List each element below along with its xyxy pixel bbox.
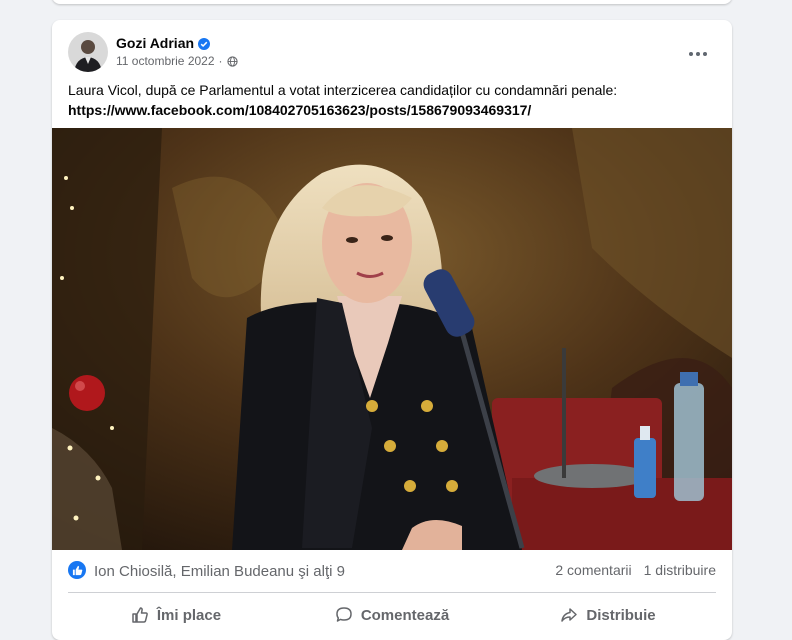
post-meta: 11 octombrie 2022 · bbox=[116, 54, 238, 68]
share-button[interactable]: Distribuie bbox=[500, 597, 716, 633]
stats-counts: 2 comentarii 1 distribuire bbox=[555, 562, 716, 578]
post-photo[interactable] bbox=[52, 128, 732, 550]
author-name[interactable]: Gozi Adrian bbox=[116, 35, 194, 51]
shares-count[interactable]: 1 distribuire bbox=[644, 562, 716, 578]
like-button[interactable]: Îmi place bbox=[68, 597, 284, 633]
globe-icon bbox=[226, 55, 238, 67]
share-icon bbox=[561, 608, 578, 622]
more-options-icon[interactable] bbox=[680, 36, 716, 72]
post-card: Gozi Adrian 11 octombrie 2022 · Laura Vi… bbox=[52, 20, 732, 640]
post-body: Laura Vicol, după ce Parlamentul a votat… bbox=[68, 82, 618, 98]
comment-button[interactable]: Comentează bbox=[284, 597, 500, 633]
meta-separator: · bbox=[218, 54, 223, 68]
comment-label: Comentează bbox=[360, 606, 450, 624]
reactors-text[interactable]: Ion Chiosilă, Emilian Budeanu şi alţi 9 bbox=[94, 563, 345, 580]
avatar[interactable] bbox=[68, 32, 108, 72]
verified-badge-icon bbox=[198, 37, 211, 50]
previous-post-card bbox=[52, 0, 732, 4]
post-text: Laura Vicol, după ce Parlamentul a votat… bbox=[68, 80, 716, 120]
comment-icon bbox=[336, 607, 352, 622]
post-stats: Ion Chiosilă, Emilian Budeanu şi alţi 9 … bbox=[68, 560, 716, 584]
author-line: Gozi Adrian bbox=[116, 34, 211, 52]
post-date[interactable]: 11 octombrie 2022 bbox=[116, 54, 215, 68]
post-header: Gozi Adrian 11 octombrie 2022 · bbox=[68, 32, 716, 72]
share-label: Distribuie bbox=[586, 606, 656, 624]
thumbs-up-icon bbox=[132, 607, 148, 623]
post-link[interactable]: https://www.facebook.com/108402705163623… bbox=[68, 100, 716, 120]
like-label: Îmi place bbox=[156, 606, 222, 624]
like-reaction-icon[interactable] bbox=[68, 561, 86, 579]
post-actions: Îmi place Comentează Distribuie bbox=[68, 597, 716, 633]
actions-divider bbox=[68, 592, 716, 593]
comments-count[interactable]: 2 comentarii bbox=[555, 562, 631, 578]
